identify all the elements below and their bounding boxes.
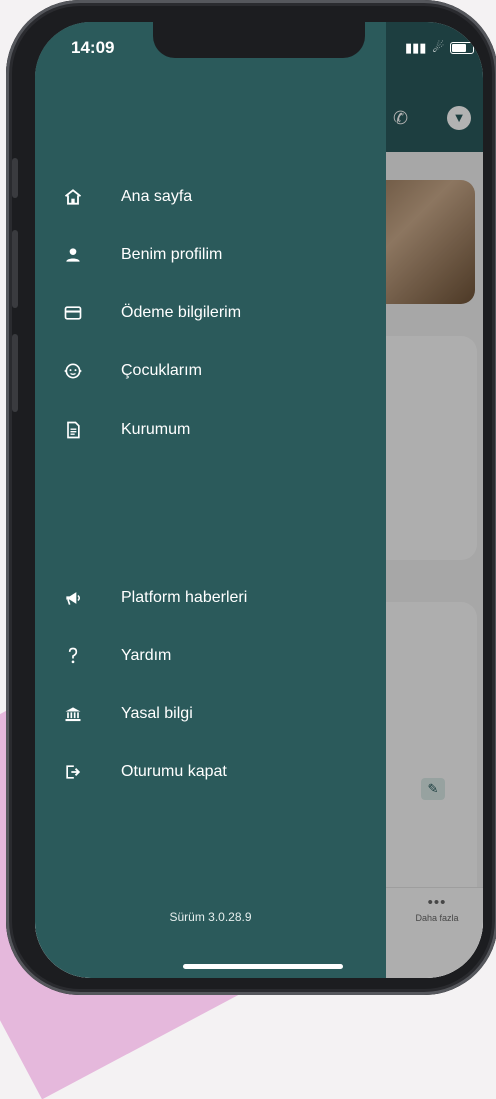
person-icon <box>59 244 87 266</box>
megaphone-icon <box>59 587 87 609</box>
phone-volume-up-button <box>12 230 18 308</box>
nav-item-help[interactable]: Yardım <box>59 641 171 671</box>
nav-item-institution[interactable]: Kurumum <box>59 415 190 445</box>
wifi-icon: ☄ <box>432 40 445 55</box>
status-icons: ▮▮▮ ☄ <box>405 40 475 56</box>
child-face-icon <box>59 360 87 382</box>
question-icon <box>59 645 87 667</box>
nav-item-logout[interactable]: Oturumu kapat <box>59 757 227 787</box>
nav-item-platform-news[interactable]: Platform haberleri <box>59 583 247 613</box>
phone-frame: ✆ ▼ ✎ ••• Daha fazla Ana sayfa Benim pro… <box>6 0 496 995</box>
nav-item-label: Ana sayfa <box>121 188 193 205</box>
nav-item-label: Platform haberleri <box>121 589 248 606</box>
home-icon <box>59 186 87 208</box>
nav-item-label: Çocuklarım <box>121 362 202 379</box>
nav-item-home[interactable]: Ana sayfa <box>59 182 192 212</box>
nav-item-label: Kurumum <box>121 421 191 438</box>
phone-screen: ✆ ▼ ✎ ••• Daha fazla Ana sayfa Benim pro… <box>35 22 483 978</box>
nav-item-label: Ödeme bilgilerim <box>121 304 242 321</box>
signal-icon: ▮▮▮ <box>405 40 427 55</box>
navigation-drawer: Ana sayfa Benim profilim Ödeme bilgileri… <box>35 22 386 978</box>
home-indicator[interactable] <box>183 964 343 969</box>
nav-item-label: Yasal bilgi <box>121 705 193 722</box>
phone-mute-button <box>12 158 18 198</box>
bank-icon <box>59 703 87 725</box>
battery-icon <box>450 42 475 54</box>
nav-item-profile[interactable]: Benim profilim <box>59 240 222 270</box>
nav-item-label: Oturumu kapat <box>121 763 227 780</box>
logout-icon <box>59 761 87 783</box>
nav-item-label: Yardım <box>121 647 172 664</box>
nav-item-legal[interactable]: Yasal bilgi <box>59 699 193 729</box>
status-time: 14:09 <box>71 38 115 57</box>
app-version: Sürüm 3.0.28.9 <box>169 910 252 924</box>
nav-item-label: Benim profilim <box>121 246 223 263</box>
nav-item-payment[interactable]: Ödeme bilgilerim <box>59 298 241 328</box>
nav-item-children[interactable]: Çocuklarım <box>59 356 202 386</box>
document-icon <box>59 419 87 441</box>
phone-notch <box>153 22 365 58</box>
credit-card-icon <box>59 302 87 324</box>
phone-volume-down-button <box>12 334 18 412</box>
